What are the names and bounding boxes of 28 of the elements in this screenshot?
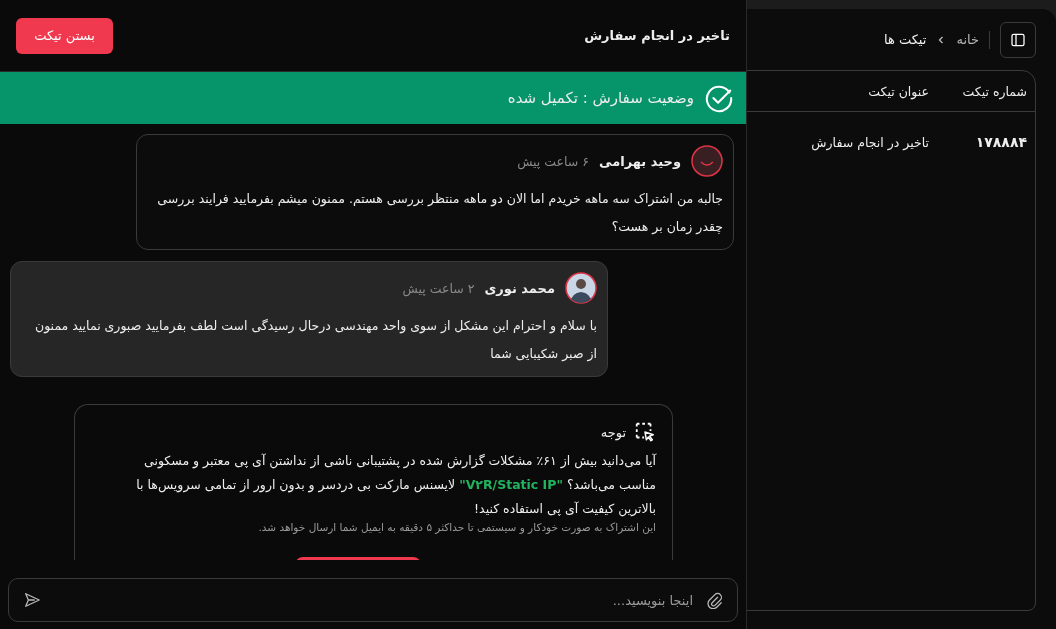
- status-text: وضعیت سفارش : تکمیل شده: [507, 89, 694, 107]
- message-time: ۶ ساعت پیش: [517, 153, 589, 169]
- notice-footnote: این اشتراک به صورت خودکار و سیستمی تا حداکثر ۵ دقیقه به ایمیل شما ارسال خواهد شد.: [257, 521, 656, 533]
- selection-pointer-icon: [634, 421, 656, 443]
- message-text: با سلام و احترام این مشکل از سوی واحد مهندسی درحال رسیدگی است لطف بفرمایید صبوری نمایید ممنون از صبر شکیبایی شما: [34, 317, 597, 364]
- notice-title: توجه: [600, 424, 626, 440]
- message-text: جالبه من اشتراک سه ماهه خریدم اما الان دو ماهه منتظر بررسی هستم. ممنون میشم بفرمایید فرایند بررسی چقدر زمان بر هست؟: [156, 190, 723, 236]
- column-header: شماره تیکت: [961, 83, 1028, 99]
- breadcrumb-link[interactable]: تیکت ها: [883, 32, 927, 47]
- column-header: عنوان تیکت: [867, 83, 930, 99]
- sidebar-icon: [1010, 31, 1026, 48]
- close-ticket-button[interactable]: بستن تیکت: [16, 17, 113, 54]
- check-circle-icon: [704, 83, 734, 113]
- author-name: محمد نوری: [484, 280, 555, 296]
- table-cell-text: ۱۷۸۸۸۴: [974, 133, 1028, 152]
- message-input[interactable]: اینجا بنویسید...: [51, 591, 695, 609]
- notice-text: آیا می‌دانید بیش از ۶۱٪ مشکلات گزارش شده در پشتیبانی ناشی از نداشتن آی پی معتبر و مسکونی مناسب می‌باشد؟ "V۲R/Static IP" لایسنس مارکت بی دردسر و بدون ارور از تمامی سرویس‌ها با بالاترین کیفیت آی پی استفاده کنید!: [135, 452, 656, 519]
- breadcrumb-link[interactable]: خانه: [956, 32, 979, 47]
- message-time: ۲ ساعت پیش: [402, 280, 475, 296]
- send-icon[interactable]: [23, 591, 41, 609]
- smiley-avatar-icon: [691, 145, 723, 177]
- table-cell-text: تاخیر در انجام سفارش: [810, 133, 930, 153]
- author-name: وحید بهرامی: [599, 153, 681, 169]
- user-avatar-icon: [565, 272, 597, 304]
- paperclip-icon[interactable]: [705, 591, 723, 609]
- chat-title: تاخیر در انجام سفارش: [584, 28, 730, 43]
- message-field[interactable]: اینجا بنویسید...: [8, 578, 738, 622]
- sidebar-toggle-button[interactable]: [1000, 21, 1036, 58]
